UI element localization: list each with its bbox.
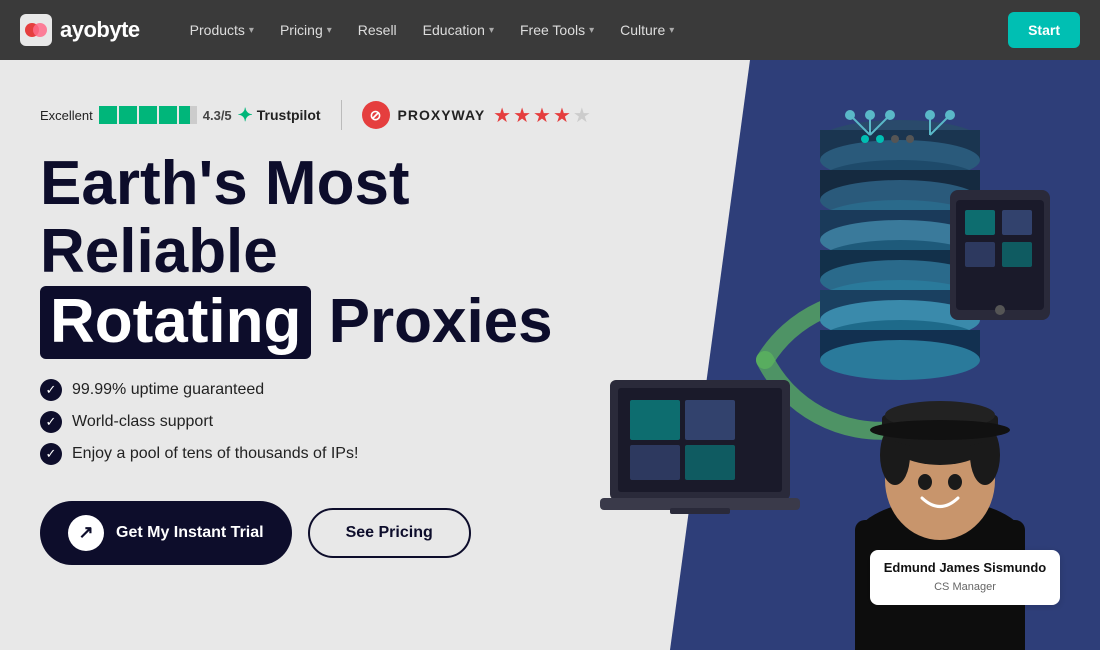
star-3 bbox=[139, 106, 157, 124]
logo-icon bbox=[20, 14, 52, 46]
nav-pricing[interactable]: Pricing ▾ bbox=[270, 16, 342, 44]
trustpilot-stars bbox=[99, 106, 197, 124]
features-list: ✓ 99.99% uptime guaranteed ✓ World-class… bbox=[40, 379, 1060, 465]
ratings-row: Excellent 4.3/5 ✦ Trustpilot ⊘ PROXYWAY bbox=[40, 100, 1060, 130]
proxyway-badge-icon: ⊘ bbox=[362, 101, 390, 129]
pw-star-1: ★ bbox=[493, 103, 511, 128]
hero-section: Excellent 4.3/5 ✦ Trustpilot ⊘ PROXYWAY bbox=[0, 60, 1100, 650]
nav-resell[interactable]: Resell bbox=[348, 16, 407, 44]
hero-content: Excellent 4.3/5 ✦ Trustpilot ⊘ PROXYWAY bbox=[40, 90, 1060, 565]
star-2 bbox=[119, 106, 137, 124]
feature-item-2: ✓ World-class support bbox=[40, 411, 1060, 433]
nav-education[interactable]: Education ▾ bbox=[413, 16, 504, 44]
proxyway-rating: ⊘ PROXYWAY ★ ★ ★ ★ ★ bbox=[362, 101, 591, 129]
brand-name: ayobyte bbox=[60, 17, 140, 43]
logo[interactable]: ayobyte bbox=[20, 14, 140, 46]
check-icon-3: ✓ bbox=[40, 443, 62, 465]
feature-item-3: ✓ Enjoy a pool of tens of thousands of I… bbox=[40, 443, 1060, 465]
pw-star-2: ★ bbox=[513, 103, 531, 128]
nav-cta-button[interactable]: Start bbox=[1008, 12, 1080, 48]
pricing-button[interactable]: See Pricing bbox=[308, 508, 471, 558]
trustpilot-rating: Excellent 4.3/5 ✦ Trustpilot bbox=[40, 105, 321, 126]
star-4 bbox=[159, 106, 177, 124]
pw-star-5-empty: ★ bbox=[573, 103, 591, 128]
pw-star-4: ★ bbox=[553, 103, 571, 128]
hero-headline: Earth's Most Reliable Rotating Proxies bbox=[40, 150, 1060, 359]
headline-line3: Rotating Proxies bbox=[40, 286, 1060, 358]
chevron-down-icon: ▾ bbox=[669, 25, 674, 36]
nav-links: Products ▾ Pricing ▾ Resell Education ▾ … bbox=[180, 16, 1008, 44]
check-icon-2: ✓ bbox=[40, 411, 62, 433]
trustpilot-star-icon: ✦ bbox=[238, 105, 253, 126]
trial-button[interactable]: ↗ Get My Instant Trial bbox=[40, 501, 292, 565]
cta-buttons: ↗ Get My Instant Trial See Pricing bbox=[40, 501, 1060, 565]
headline-line1: Earth's Most bbox=[40, 150, 1060, 218]
chevron-down-icon: ▾ bbox=[249, 25, 254, 36]
star-5-half bbox=[179, 106, 197, 124]
star-1 bbox=[99, 106, 117, 124]
chevron-down-icon: ▾ bbox=[489, 25, 494, 36]
proxyway-stars: ★ ★ ★ ★ ★ bbox=[493, 103, 591, 128]
nav-culture[interactable]: Culture ▾ bbox=[610, 16, 684, 44]
nav-products[interactable]: Products ▾ bbox=[180, 16, 264, 44]
navigation: ayobyte Products ▾ Pricing ▾ Resell Educ… bbox=[0, 0, 1100, 60]
nav-free-tools[interactable]: Free Tools ▾ bbox=[510, 16, 604, 44]
chevron-down-icon: ▾ bbox=[327, 25, 332, 36]
chevron-down-icon: ▾ bbox=[589, 25, 594, 36]
svg-text:CS Manager: CS Manager bbox=[934, 581, 996, 593]
feature-item-1: ✓ 99.99% uptime guaranteed bbox=[40, 379, 1060, 401]
divider bbox=[341, 100, 342, 130]
trustpilot-logo: ✦ Trustpilot bbox=[238, 105, 321, 126]
pw-star-3: ★ bbox=[533, 103, 551, 128]
check-icon-1: ✓ bbox=[40, 379, 62, 401]
rotating-highlight: Rotating bbox=[40, 286, 311, 358]
headline-line2: Reliable bbox=[40, 218, 1060, 286]
arrow-icon: ↗ bbox=[68, 515, 104, 551]
